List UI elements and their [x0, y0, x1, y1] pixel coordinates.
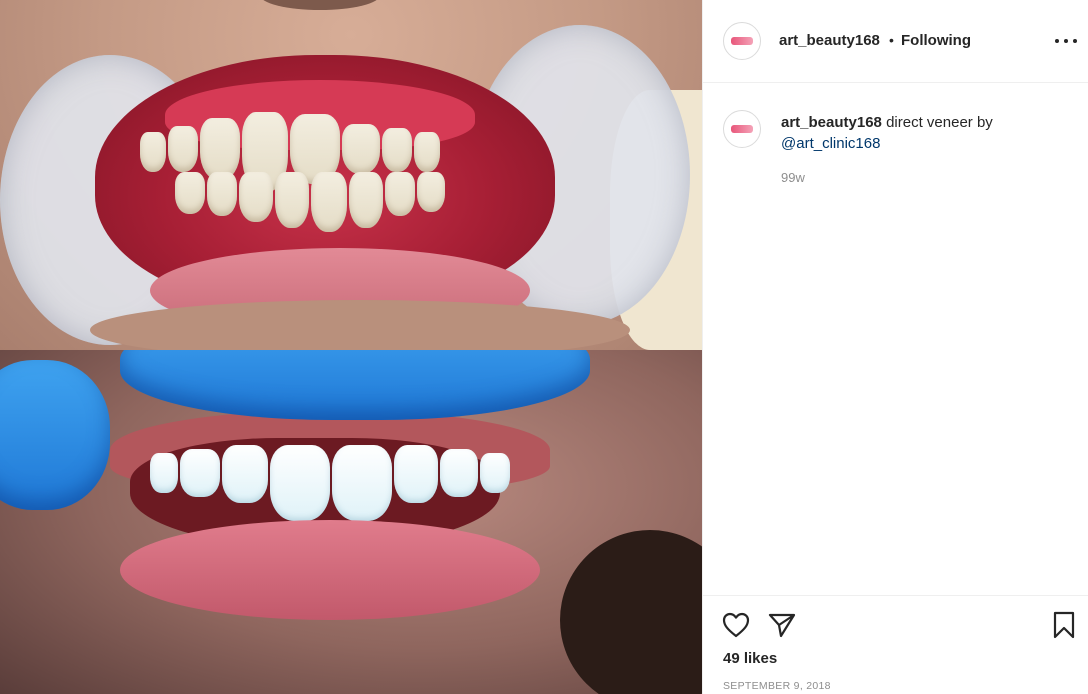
caption-text: art_beauty168 direct veneer by @art_clin… — [781, 112, 1071, 154]
lower-teeth — [175, 172, 445, 232]
blue-glove — [120, 350, 590, 420]
post-photo[interactable] — [0, 0, 702, 694]
clinic-logo-icon — [731, 37, 753, 45]
after-photo — [0, 350, 702, 694]
post-date: SEPTEMBER 9, 2018 — [723, 680, 831, 692]
likes-count[interactable]: 49 likes — [723, 650, 777, 667]
post-side-panel: art_beauty168 • Following art_beauty168 … — [702, 0, 1088, 694]
post-actions: 49 likes SEPTEMBER 9, 2018 — [703, 595, 1088, 694]
more-options-icon[interactable] — [1055, 34, 1077, 48]
bookmark-icon[interactable] — [1049, 610, 1079, 640]
heart-icon[interactable] — [721, 610, 751, 640]
caption-username[interactable]: art_beauty168 — [781, 114, 882, 131]
veneer-teeth — [150, 445, 510, 521]
caption-timestamp[interactable]: 99w — [781, 170, 805, 185]
separator-dot: • — [889, 32, 894, 48]
caption-body: direct veneer by — [886, 114, 993, 131]
header-username[interactable]: art_beauty168 — [779, 32, 880, 49]
caption-mention-link[interactable]: @art_clinic168 — [781, 135, 880, 152]
post-header: art_beauty168 • Following — [703, 0, 1088, 83]
caption-avatar[interactable] — [723, 110, 761, 148]
paper-plane-icon[interactable] — [767, 610, 797, 640]
blue-glove-finger — [0, 360, 110, 510]
profile-avatar[interactable] — [723, 22, 761, 60]
before-photo — [0, 0, 702, 350]
following-button[interactable]: Following — [901, 32, 971, 49]
clinic-logo-icon — [731, 125, 753, 133]
